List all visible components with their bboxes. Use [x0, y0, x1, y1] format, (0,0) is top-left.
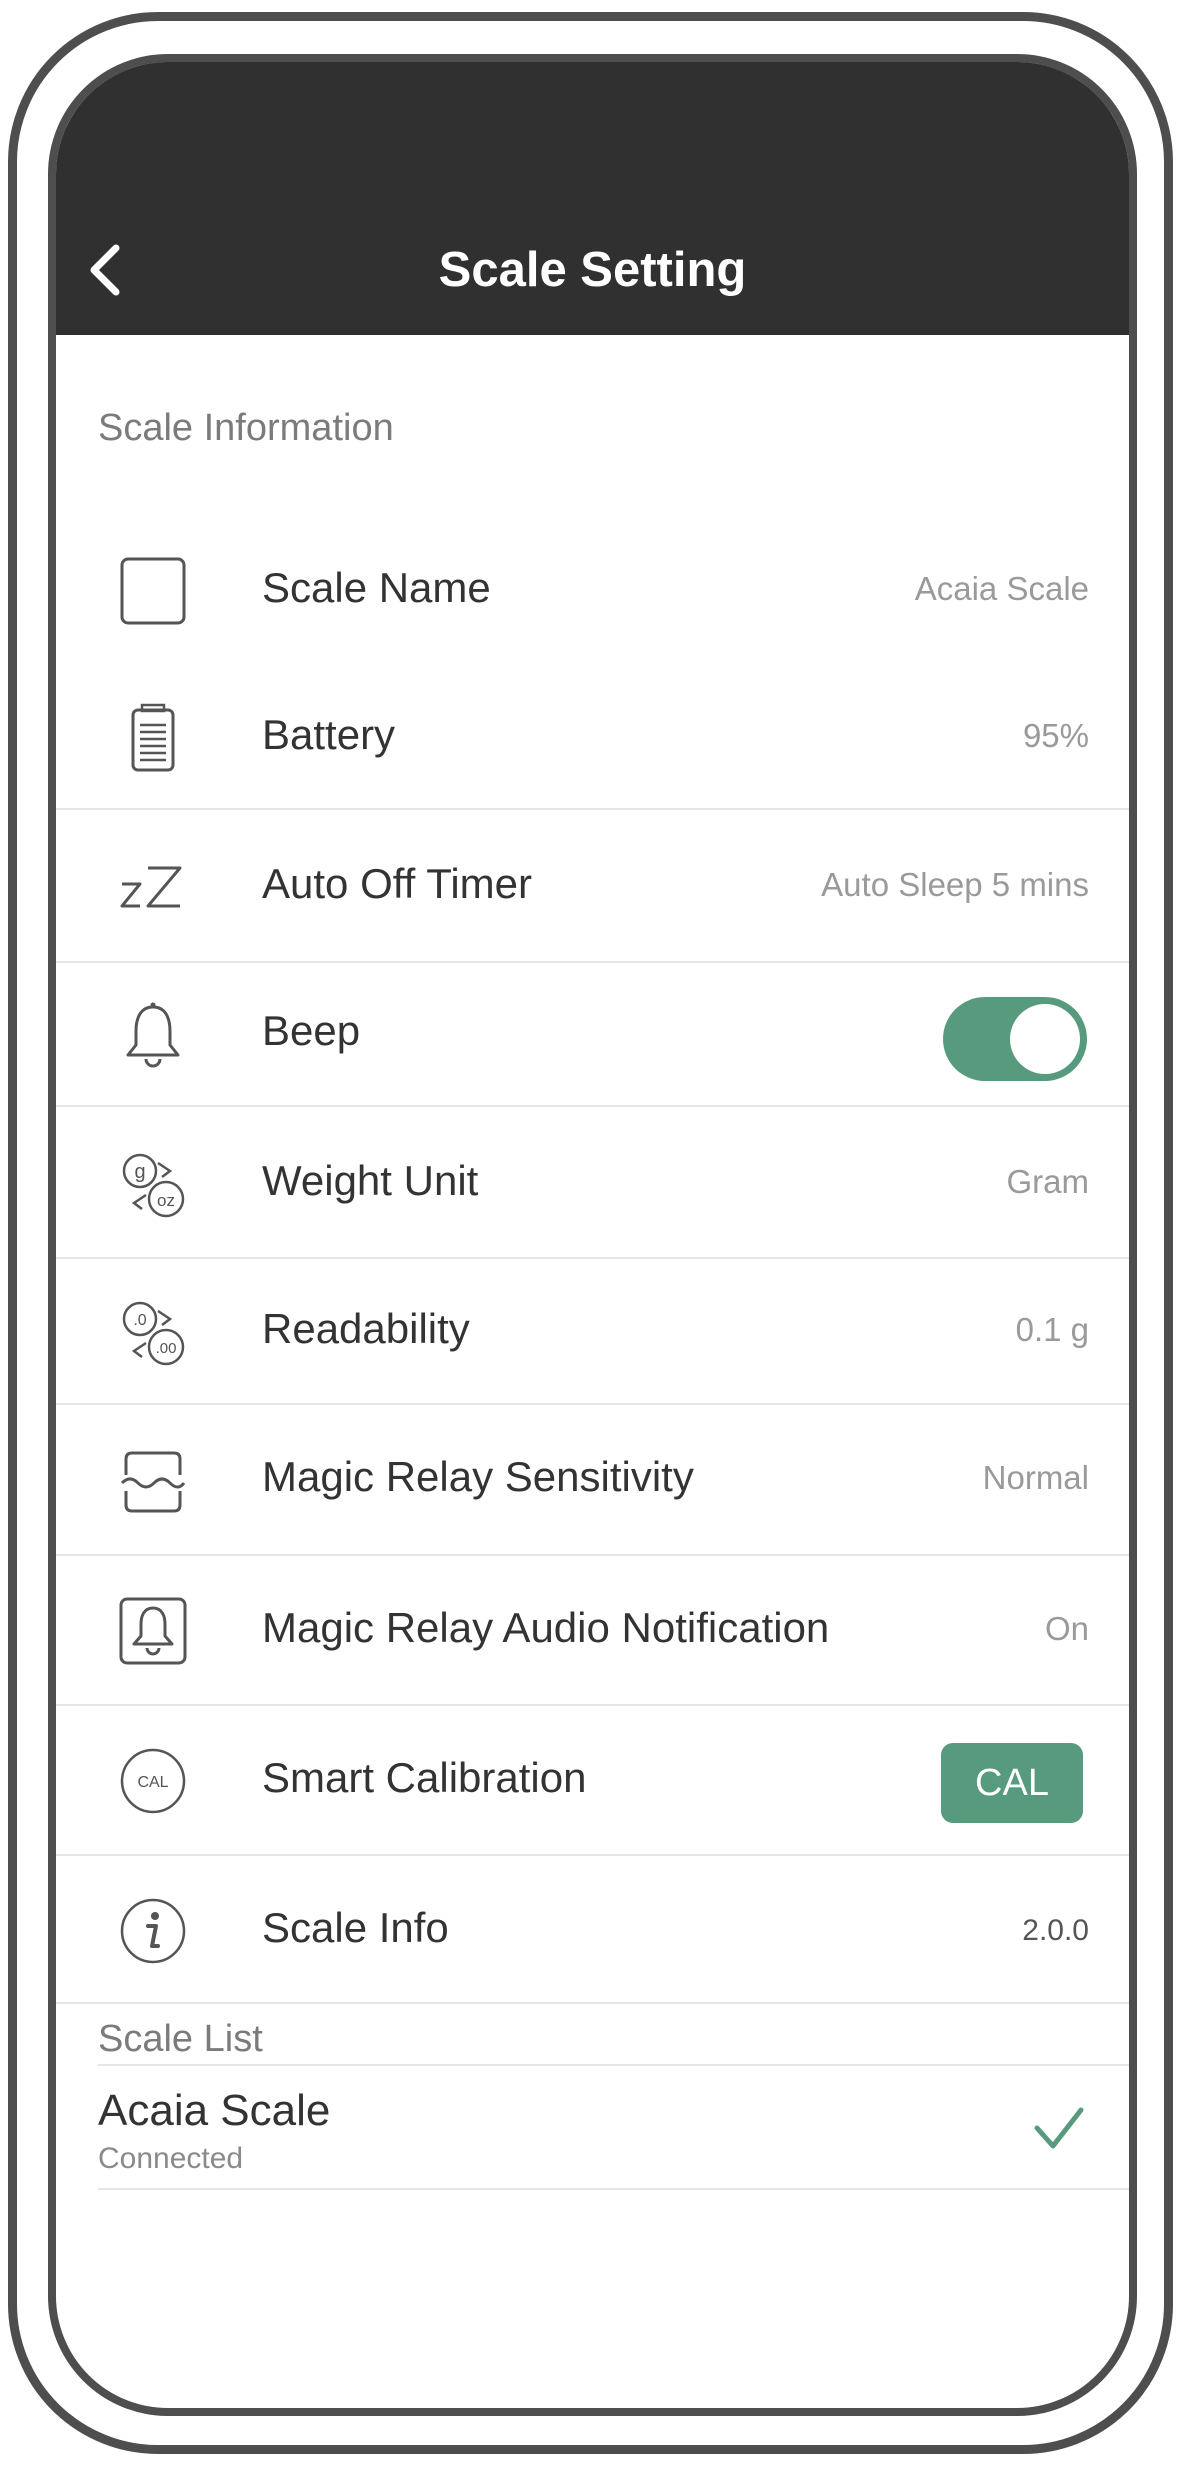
row-beep: Beep — [56, 963, 1129, 1107]
bell-box-icon — [118, 1596, 188, 1666]
cal-circle-icon: CAL — [118, 1746, 188, 1816]
row-value: 2.0.0 — [1022, 1914, 1089, 1947]
checkmark-icon — [1034, 2107, 1084, 2149]
section-label-scale-information: Scale Information — [98, 407, 394, 449]
row-label: Auto Off Timer — [262, 860, 532, 907]
scale-list-item-status: Connected — [98, 2142, 244, 2175]
svg-text:oz: oz — [157, 1191, 175, 1210]
sleep-zz-icon — [118, 854, 188, 924]
row-value: Auto Sleep 5 mins — [821, 866, 1089, 903]
section-label-scale-list: Scale List — [98, 2018, 263, 2060]
row-label: Readability — [262, 1305, 470, 1352]
bell-icon — [118, 1001, 188, 1071]
svg-text:CAL: CAL — [137, 1774, 168, 1791]
row-label: Smart Calibration — [262, 1754, 587, 1801]
scale-list-item[interactable]: Acaia Scale Connected — [98, 2064, 1129, 2190]
readability-icon: .0 .00 — [118, 1299, 188, 1369]
row-value: 95% — [1022, 717, 1089, 754]
square-icon — [118, 556, 188, 626]
row-value: 0.1 g — [1015, 1311, 1089, 1348]
row-value: Normal — [982, 1459, 1089, 1496]
row-scale-name[interactable]: Scale Name Acaia Scale — [56, 516, 1129, 663]
row-weight-unit[interactable]: g oz Weight Unit Gram — [56, 1107, 1129, 1259]
page-title: Scale Setting — [438, 243, 747, 297]
header-bar: Scale Setting — [56, 62, 1129, 335]
row-label: Magic Relay Audio Notification — [262, 1604, 830, 1651]
toggle-knob — [1010, 1004, 1080, 1074]
row-auto-off-timer[interactable]: Auto Off Timer Auto Sleep 5 mins — [56, 810, 1129, 963]
svg-text:g: g — [134, 1161, 145, 1183]
beep-toggle[interactable] — [943, 997, 1087, 1081]
row-readability[interactable]: .0 .00 Readability 0.1 g — [56, 1259, 1129, 1405]
svg-text:.0: .0 — [133, 1312, 146, 1329]
row-label: Magic Relay Sensitivity — [262, 1453, 694, 1500]
row-label: Weight Unit — [262, 1157, 479, 1204]
row-label: Battery — [262, 711, 396, 758]
row-value: On — [1044, 1610, 1089, 1647]
row-label: Scale Name — [262, 564, 491, 611]
row-label: Scale Info — [262, 1904, 449, 1951]
scale-list-item-name: Acaia Scale — [98, 2086, 331, 2135]
unit-switch-icon: g oz — [118, 1151, 188, 1221]
svg-text:.00: .00 — [156, 1340, 177, 1357]
row-smart-calibration: CAL Smart Calibration CAL — [56, 1706, 1129, 1856]
row-value: Gram — [1006, 1163, 1090, 1200]
cal-button[interactable]: CAL — [941, 1743, 1083, 1823]
battery-icon — [118, 703, 188, 773]
row-scale-info[interactable]: Scale Info 2.0.0 — [56, 1856, 1129, 2004]
relay-sensitivity-icon — [118, 1447, 188, 1517]
info-icon — [118, 1896, 188, 1966]
row-value: Acaia Scale — [914, 570, 1089, 607]
row-magic-relay-audio-notification[interactable]: Magic Relay Audio Notification On — [56, 1556, 1129, 1706]
row-magic-relay-sensitivity[interactable]: Magic Relay Sensitivity Normal — [56, 1405, 1129, 1556]
phone-screen: Scale Setting Scale Information Scale Na… — [48, 54, 1137, 2416]
row-battery: Battery 95% — [56, 663, 1129, 810]
row-label: Beep — [262, 1007, 361, 1054]
